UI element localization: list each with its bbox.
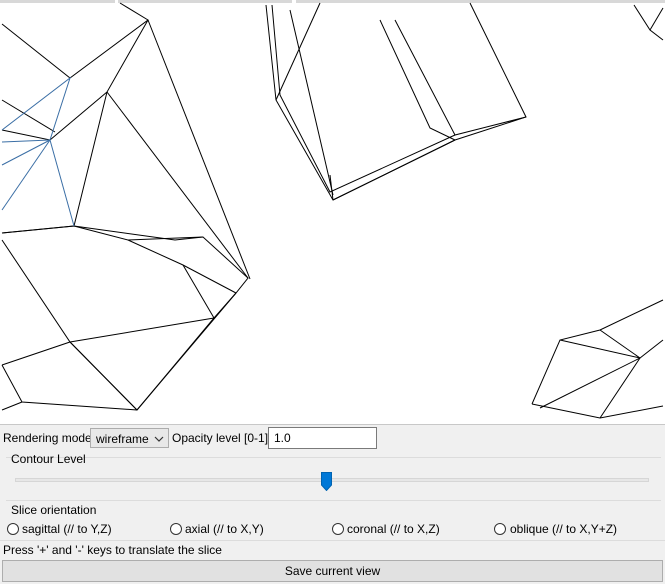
opacity-label: Opacity level [0-1] [172, 431, 269, 445]
mesh-edge-highlight [1, 76, 71, 141]
mesh-edge [136, 292, 237, 411]
mesh-edge [1, 99, 56, 133]
mesh-edge [1, 364, 138, 411]
rendering-mode-label: Rendering mode [3, 431, 92, 445]
mesh-edge [127, 239, 237, 294]
contour-slider-track[interactable] [15, 478, 649, 482]
contour-group-bottom [6, 500, 661, 501]
radio-axial[interactable] [170, 523, 182, 535]
opacity-input[interactable] [269, 428, 376, 448]
slice-hint-text: Press '+' and '-' keys to translate the … [3, 543, 222, 557]
slice-group-bottom [0, 540, 665, 541]
render-viewport[interactable] [0, 0, 665, 424]
contour-level-label: Contour Level [11, 452, 86, 466]
mesh-edge [1, 19, 149, 234]
mesh-edge [559, 339, 641, 419]
mesh-edge-highlight [1, 139, 75, 227]
mesh-edge [289, 9, 334, 196]
mesh-edge [271, 4, 456, 193]
radio-oblique-label[interactable]: oblique (// to X,Y+Z) [510, 522, 617, 536]
mesh-edge [599, 329, 664, 359]
mesh-edge [633, 4, 664, 41]
mesh-edge [1, 91, 108, 141]
mesh-edge [539, 357, 641, 409]
mesh-edge [1, 2, 149, 79]
chevron-down-icon [154, 436, 164, 442]
save-view-button[interactable]: Save current view [2, 560, 663, 582]
mesh-edge [147, 19, 251, 280]
mesh-edge [69, 317, 215, 343]
mesh-edge [649, 7, 664, 31]
radio-coronal[interactable] [332, 523, 344, 535]
mesh-edge [332, 139, 456, 201]
mesh-edge [531, 299, 664, 405]
mesh-edge [1, 239, 138, 411]
mesh-edge [73, 225, 204, 241]
radio-sagittal[interactable] [7, 523, 19, 535]
mesh-edge [1, 401, 23, 411]
mesh-edge [265, 2, 527, 201]
radio-axial-label[interactable]: axial (// to X,Y) [185, 522, 264, 536]
mesh-edge [275, 2, 321, 101]
mesh-edge [106, 91, 249, 279]
wireframe-mesh [1, 2, 664, 419]
mesh-edge [531, 403, 664, 419]
opacity-field[interactable] [268, 427, 377, 449]
radio-coronal-label[interactable]: coronal (// to X,Z) [347, 522, 440, 536]
radio-sagittal-label[interactable]: sagittal (// to Y,Z) [22, 522, 112, 536]
radio-oblique[interactable] [494, 523, 506, 535]
mesh-edge-highlight [1, 139, 51, 211]
viewport-divider [0, 424, 665, 425]
rendering-mode-value: wireframe [96, 432, 149, 446]
contour-group-border [6, 457, 661, 458]
contour-slider-thumb[interactable] [320, 472, 332, 491]
rendering-mode-select[interactable]: wireframe [90, 428, 169, 448]
slice-orientation-label: Slice orientation [11, 503, 97, 517]
mesh-edge-highlight [1, 139, 51, 166]
mesh-edge [379, 19, 456, 141]
